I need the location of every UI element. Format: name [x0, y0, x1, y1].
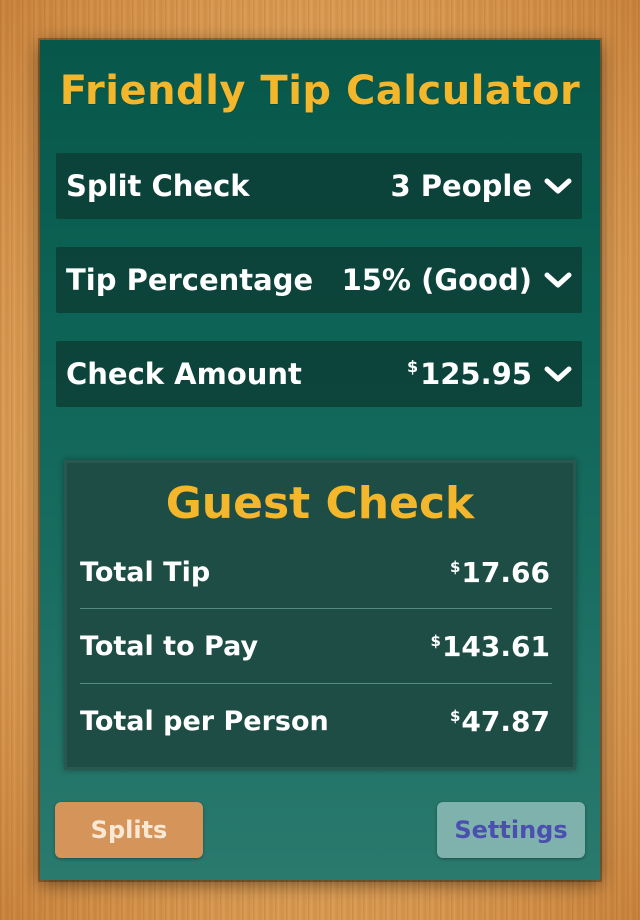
splits-button[interactable]: Splits — [55, 802, 203, 858]
app-title: Friendly Tip Calculator — [59, 68, 581, 114]
check-amount-value-wrap: $ 125.95 — [407, 357, 572, 391]
split-check-value: 3 People — [390, 169, 533, 203]
check-amount-value: 125.95 — [420, 357, 532, 391]
total-tip-row: Total Tip $17.66 — [80, 544, 550, 600]
chevron-down-icon — [544, 272, 572, 288]
divider — [80, 683, 552, 684]
total-to-pay-label: Total to Pay — [80, 630, 259, 662]
total-tip-label: Total Tip — [80, 556, 211, 588]
tip-percentage-value: 15% (Good) — [341, 263, 532, 297]
total-tip-value-wrap: $17.66 — [450, 556, 550, 589]
total-per-person-value-wrap: $47.87 — [450, 705, 550, 738]
guest-check-panel: Guest Check Total Tip $17.66 Total to Pa… — [64, 460, 576, 770]
split-check-label: Split Check — [66, 169, 250, 203]
tip-percentage-value-wrap: 15% (Good) — [342, 263, 572, 297]
total-tip-value: 17.66 — [461, 555, 550, 589]
chevron-down-icon — [544, 178, 572, 194]
total-to-pay-value: 143.61 — [441, 629, 550, 663]
total-per-person-row: Total per Person $47.87 — [80, 693, 550, 749]
check-amount-label: Check Amount — [66, 357, 302, 391]
total-to-pay-row: Total to Pay $143.61 — [80, 618, 550, 674]
check-amount-selector[interactable]: Check Amount $ 125.95 — [56, 341, 582, 407]
settings-button[interactable]: Settings — [437, 802, 585, 858]
total-per-person-label: Total per Person — [80, 705, 329, 737]
chevron-down-icon — [544, 366, 572, 382]
guest-check-title: Guest Check — [165, 478, 475, 529]
tip-percentage-label: Tip Percentage — [66, 263, 314, 297]
split-check-selector[interactable]: Split Check 3 People — [56, 153, 582, 219]
total-to-pay-value-wrap: $143.61 — [431, 630, 551, 663]
total-per-person-value: 47.87 — [461, 704, 550, 738]
total-per-person-currency: $ — [449, 706, 461, 725]
check-amount-currency: $ — [406, 356, 419, 376]
tip-percentage-selector[interactable]: Tip Percentage 15% (Good) — [56, 247, 582, 313]
split-check-value-wrap: 3 People — [391, 169, 573, 203]
total-tip-currency: $ — [449, 557, 461, 576]
total-to-pay-currency: $ — [430, 631, 441, 650]
divider — [80, 608, 552, 609]
chalkboard: Friendly Tip Calculator Split Check 3 Pe… — [40, 40, 600, 880]
